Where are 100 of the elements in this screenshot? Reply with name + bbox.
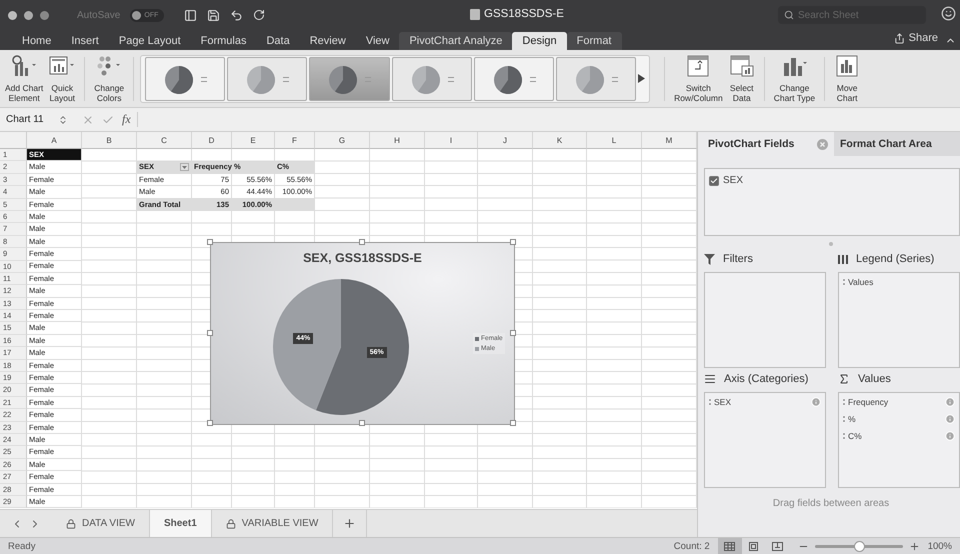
column-header[interactable]: I <box>425 132 478 149</box>
splitter-handle[interactable] <box>829 242 833 246</box>
redo-icon[interactable] <box>253 9 266 21</box>
cancel-icon[interactable] <box>82 114 94 126</box>
column-header[interactable]: G <box>315 132 370 149</box>
close-icon[interactable] <box>817 138 828 150</box>
info-icon[interactable] <box>945 431 955 441</box>
ribbon-tab[interactable]: Format <box>566 32 622 50</box>
hint-text: Drag fields between areas <box>772 498 890 509</box>
ribbon-tab[interactable]: Design <box>512 32 567 50</box>
resize-handle[interactable] <box>358 239 364 245</box>
column-header[interactable]: B <box>82 132 137 149</box>
zoom-in-icon[interactable] <box>908 540 920 552</box>
column-header[interactable]: K <box>533 132 587 149</box>
chart-style-thumbnail[interactable] <box>309 56 390 100</box>
zoom-slider-thumb[interactable] <box>854 540 865 552</box>
column-header[interactable]: L <box>587 132 642 149</box>
resize-handle[interactable] <box>358 420 364 426</box>
chart-frame-icon <box>834 54 860 76</box>
share-icon <box>894 32 905 44</box>
minimize-window-button[interactable] <box>24 10 33 20</box>
ribbon-tab[interactable]: Home <box>12 32 62 50</box>
document-icon <box>470 8 480 20</box>
switch-button[interactable]: Switch Row/Column <box>671 52 726 104</box>
lock-icon <box>66 518 76 528</box>
columns-icon <box>838 254 848 264</box>
ribbon-tab[interactable]: Formulas <box>190 32 256 50</box>
area-field[interactable]: SEX <box>714 397 732 407</box>
table-swap-icon <box>685 54 712 76</box>
column-header[interactable]: F <box>275 132 315 149</box>
chart-title: SEX, GSS18SSDS-E <box>302 251 423 265</box>
ribbon-tab[interactable]: Page Layout <box>108 32 191 50</box>
info-icon[interactable] <box>945 414 955 424</box>
area-title: Legend (Series) <box>856 253 934 265</box>
chart-style-thumbnail[interactable] <box>392 56 472 100</box>
resize-handle[interactable] <box>207 420 213 426</box>
share-button[interactable]: Share <box>894 32 938 44</box>
legend-swatch <box>475 346 479 350</box>
ribbon-tab[interactable]: Review <box>300 32 356 50</box>
autosave-label: AutoSave <box>77 10 120 20</box>
resize-handle[interactable] <box>207 330 213 336</box>
filter-dropdown-button[interactable] <box>180 163 189 172</box>
chart-style-thumbnail[interactable] <box>227 56 308 100</box>
column-header[interactable]: A <box>27 132 82 149</box>
column-header[interactable]: H <box>370 132 425 149</box>
info-icon[interactable] <box>945 397 955 407</box>
legend-swatch <box>475 336 479 340</box>
area-title: Values <box>858 373 891 385</box>
change-colors-button[interactable]: Change Colors <box>91 52 128 104</box>
field-item[interactable]: SEX <box>709 175 955 186</box>
stepper-icon[interactable] <box>58 114 68 124</box>
sheet-tab[interactable]: Sheet1 <box>150 510 212 537</box>
ribbon-tab[interactable]: PivotChart Analyze <box>399 32 512 50</box>
name-box[interactable]: Chart 11 <box>6 114 50 125</box>
area-field[interactable]: Frequency <box>848 397 888 407</box>
pane-tab[interactable]: Format Chart Area <box>834 132 960 156</box>
quick-layout-button[interactable]: Quick Layout <box>46 52 78 104</box>
resize-handle[interactable] <box>510 330 516 336</box>
area-field[interactable]: Values <box>848 277 874 287</box>
resize-handle[interactable] <box>510 420 516 426</box>
save-icon[interactable] <box>207 8 220 22</box>
smiley-icon[interactable] <box>941 6 956 21</box>
drag-handle-icon[interactable] <box>843 433 845 439</box>
close-window-button[interactable] <box>8 10 17 20</box>
count-text: Count: 2 <box>674 540 710 552</box>
drag-handle-icon[interactable] <box>843 279 845 285</box>
sidebar-icon[interactable] <box>184 8 198 22</box>
chart-style-thumbnail[interactable] <box>474 56 554 100</box>
confirm-icon[interactable] <box>102 114 114 126</box>
lines-icon <box>704 373 716 385</box>
drag-handle-icon[interactable] <box>843 399 845 405</box>
checkbox[interactable] <box>709 176 719 186</box>
column-header[interactable]: M <box>642 132 697 149</box>
drag-handle-icon[interactable] <box>709 399 711 405</box>
column-header[interactable]: J <box>478 132 533 149</box>
normal-view-button[interactable] <box>718 538 742 554</box>
ribbon-tab[interactable]: Data <box>256 32 300 50</box>
undo-icon[interactable] <box>230 8 244 22</box>
chart-style-thumbnail[interactable] <box>556 56 636 100</box>
info-icon[interactable] <box>811 397 821 407</box>
chart-type-button[interactable]: Change Chart Type <box>770 52 818 104</box>
column-header[interactable]: C <box>137 132 192 149</box>
zoom-level: 100% <box>928 540 952 552</box>
resize-handle[interactable] <box>510 239 516 245</box>
resize-handle[interactable] <box>207 239 213 245</box>
bar-chart-plus-icon <box>11 54 38 76</box>
ribbon-tab[interactable]: View <box>356 32 400 50</box>
maximize-window-button[interactable] <box>40 10 49 20</box>
move-chart-button[interactable]: Move Chart <box>831 52 864 104</box>
select-data-button[interactable]: Select Data <box>726 52 758 104</box>
ribbon-tab[interactable]: Insert <box>61 32 109 50</box>
table-chart-icon <box>728 54 755 76</box>
area-field[interactable]: % <box>848 414 856 424</box>
add-element-button[interactable]: Add Chart Element <box>2 52 46 104</box>
chart-style-thumbnail[interactable] <box>145 56 226 100</box>
function-button[interactable]: fx <box>122 112 138 127</box>
column-header[interactable]: E <box>232 132 275 149</box>
area-field[interactable]: C% <box>848 431 862 441</box>
drag-handle-icon[interactable] <box>843 416 845 422</box>
column-header[interactable]: D <box>192 132 232 149</box>
